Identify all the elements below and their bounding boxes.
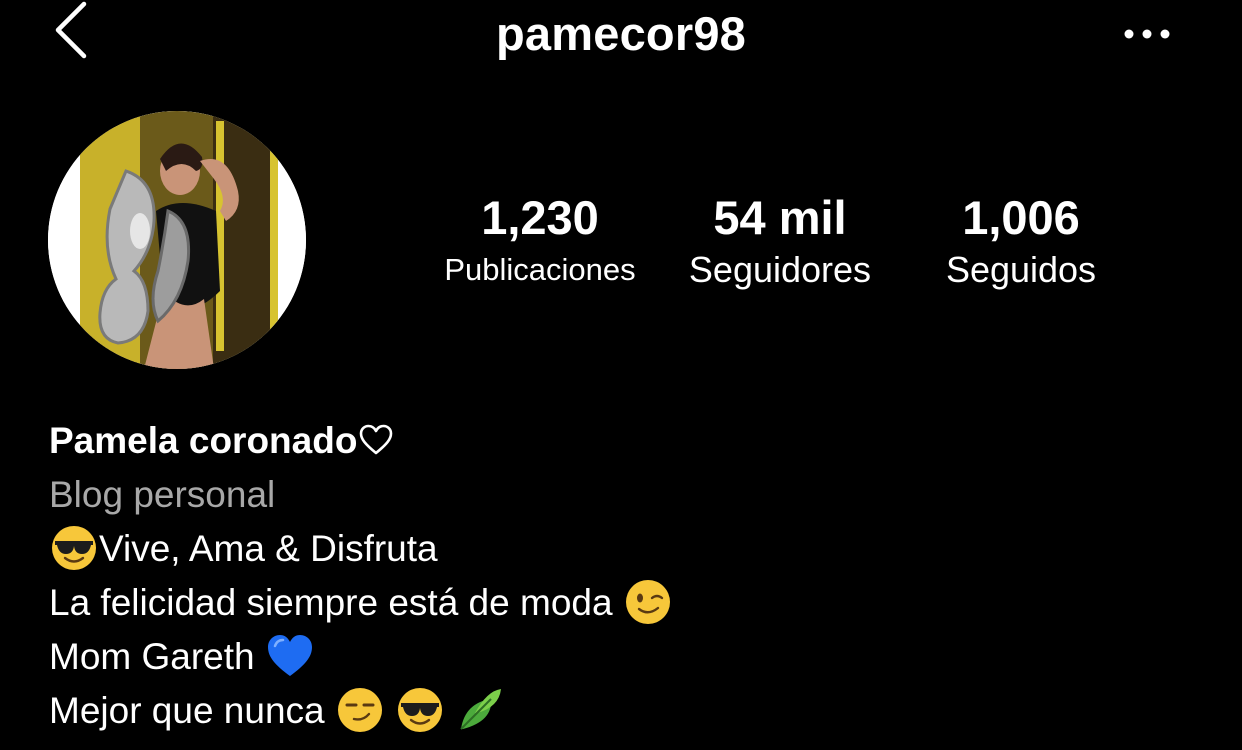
posts-count-value: 1,230 <box>481 191 599 244</box>
bio-line-text: Mejor que nunca <box>49 690 325 731</box>
profile-header: pamecor98 <box>0 0 1242 70</box>
profile-display-name: Pamela coronado <box>49 420 358 461</box>
bio-line: Vive, Ama & Disfruta <box>49 522 1199 576</box>
sunglasses-face-emoji <box>52 526 96 570</box>
following-count-value: 1,006 <box>962 191 1080 244</box>
more-options-button[interactable] <box>1118 16 1178 52</box>
profile-username: pamecor98 <box>496 7 746 60</box>
following-count[interactable]: 1,006 Seguidos <box>918 190 1124 294</box>
bio-line: Mom Gareth <box>49 630 1199 684</box>
followers-count-label: Seguidores <box>688 249 872 290</box>
followers-count[interactable]: 54 mil Seguidores <box>664 190 896 294</box>
profile-display-name-row: Pamela coronado <box>49 416 1199 468</box>
leaf-emoji <box>460 689 502 730</box>
posts-count[interactable]: 1,230 Publicaciones <box>432 190 648 294</box>
profile-category: Blog personal <box>49 474 276 515</box>
profile-stats: 1,230 Publicaciones 54 mil Seguidores 1,… <box>0 190 1242 310</box>
posts-count-label: Publicaciones <box>444 252 636 287</box>
smirking-face-emoji <box>337 688 382 732</box>
bio-line: Mejor que nunca <box>49 684 1199 738</box>
bio-line-text: Mom Gareth <box>49 636 255 677</box>
sunglasses-face-emoji <box>398 688 443 732</box>
following-count-label: Seguidos <box>945 249 1097 290</box>
heart-outline-icon <box>360 424 393 455</box>
winking-face-emoji <box>625 580 670 624</box>
blue-heart-emoji <box>267 635 312 676</box>
profile-bio: Pamela coronado Blog personal Vive, Ama … <box>49 416 1199 738</box>
more-horizontal-icon <box>1124 29 1170 39</box>
bio-line: La felicidad siempre está de moda <box>49 576 1199 630</box>
bio-line-text: Vive, Ama & Disfruta <box>99 528 438 569</box>
followers-count-value: 54 mil <box>713 191 847 244</box>
bio-line-text: La felicidad siempre está de moda <box>49 582 613 623</box>
